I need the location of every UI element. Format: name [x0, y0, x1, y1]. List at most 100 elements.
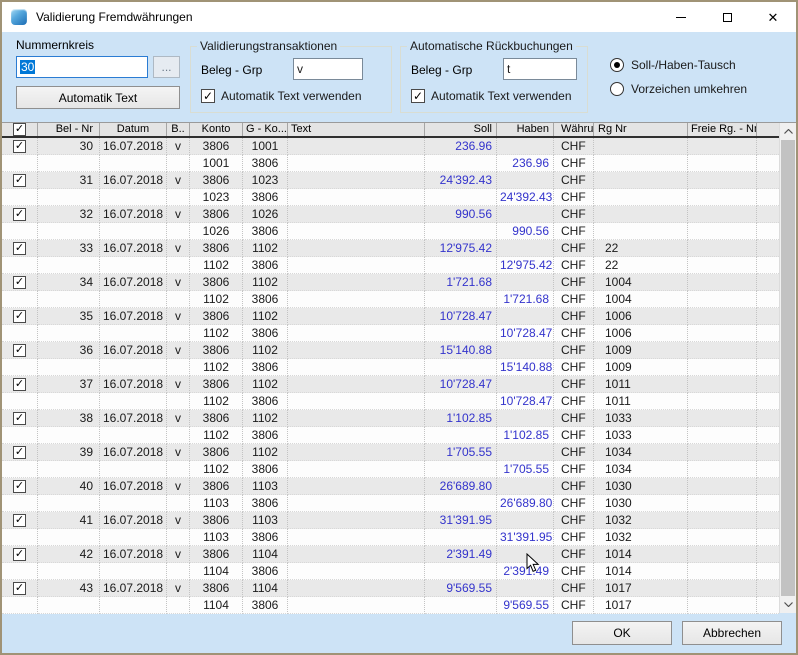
cell-gkonto: 3806 [243, 461, 288, 478]
minimize-button[interactable] [658, 2, 704, 32]
cell-haben: 1'705.55 [497, 461, 554, 478]
table-row[interactable]: 1103380631'391.95CHF1032 [2, 529, 779, 546]
cell-text [288, 138, 425, 155]
table-row[interactable]: ✓3616.07.2018v3806110215'140.88CHF1009 [2, 342, 779, 359]
table-row[interactable]: ✓3516.07.2018v3806110210'728.47CHF1006 [2, 308, 779, 325]
row-checkbox[interactable]: ✓ [13, 208, 26, 221]
vorzeichen-umkehren-radio[interactable] [610, 82, 624, 96]
cell-rg: 1011 [594, 376, 688, 393]
row-checkbox[interactable]: ✓ [13, 344, 26, 357]
column-header-soll[interactable]: Soll [425, 123, 497, 136]
row-checkbox[interactable]: ✓ [13, 514, 26, 527]
table-row[interactable]: ✓3316.07.2018v3806110212'975.42CHF22 [2, 240, 779, 257]
table-row[interactable]: ✓3716.07.2018v3806110210'728.47CHF1011 [2, 376, 779, 393]
cell-b: v [167, 512, 190, 529]
maximize-button[interactable] [704, 2, 750, 32]
beleg-grp-input-1[interactable]: v [293, 58, 363, 80]
table-row[interactable]: ✓4216.07.2018v380611042'391.49CHF1014 [2, 546, 779, 563]
table-row[interactable]: 1102380612'975.42CHF22 [2, 257, 779, 274]
cell-datum [100, 427, 167, 444]
table-row[interactable]: ✓3816.07.2018v380611021'102.85CHF1033 [2, 410, 779, 427]
browse-button[interactable]: ... [153, 56, 180, 78]
row-checkbox[interactable]: ✓ [13, 140, 26, 153]
row-checkbox[interactable]: ✓ [13, 276, 26, 289]
close-button[interactable]: ✕ [750, 2, 796, 32]
table-row[interactable]: 110438069'569.55CHF1017 [2, 597, 779, 614]
cell-datum [100, 495, 167, 512]
transactions-table: ✓ Bel - Nr Datum B.. Konto G - Ko... Tex… [2, 122, 796, 613]
cell-haben: 990.56 [497, 223, 554, 240]
row-checkbox[interactable]: ✓ [13, 446, 26, 459]
soll-haben-tausch-radio[interactable] [610, 58, 624, 72]
column-header-rg-nr[interactable]: Rg Nr [594, 123, 688, 136]
cell-soll [425, 325, 497, 342]
column-header-b[interactable]: B.. [167, 123, 190, 136]
select-all-checkbox[interactable]: ✓ [13, 123, 26, 136]
scroll-down-button[interactable] [780, 596, 797, 613]
cell-rg: 1011 [594, 393, 688, 410]
table-row[interactable]: 1103380626'689.80CHF1030 [2, 495, 779, 512]
row-checkbox-cell: ✓ [2, 580, 38, 597]
cell-text [288, 410, 425, 427]
cell-rg [594, 155, 688, 172]
ok-button[interactable]: OK [572, 621, 672, 645]
cell-soll [425, 529, 497, 546]
automatik-text-checkbox-2[interactable]: ✓ [411, 89, 425, 103]
automatik-text-button[interactable]: Automatik Text [16, 86, 180, 109]
row-checkbox[interactable]: ✓ [13, 378, 26, 391]
table-row[interactable]: ✓3016.07.2018v38061001236.96CHF [2, 138, 779, 155]
row-checkbox-cell [2, 257, 38, 274]
cell-haben [497, 138, 554, 155]
cell-b: v [167, 342, 190, 359]
cell-konto: 1103 [190, 495, 243, 512]
table-row[interactable]: ✓3416.07.2018v380611021'721.68CHF1004 [2, 274, 779, 291]
cell-haben: 15'140.88 [497, 359, 554, 376]
table-row[interactable]: ✓3216.07.2018v38061026990.56CHF [2, 206, 779, 223]
scrollbar-thumb[interactable] [781, 140, 795, 596]
table-row[interactable]: ✓4316.07.2018v380611049'569.55CHF1017 [2, 580, 779, 597]
table-row[interactable]: 110238061'102.85CHF1033 [2, 427, 779, 444]
column-header-datum[interactable]: Datum [100, 123, 167, 136]
cell-datum: 16.07.2018 [100, 478, 167, 495]
column-header-waehrung[interactable]: Währu... [554, 123, 594, 136]
row-checkbox[interactable]: ✓ [13, 480, 26, 493]
automatik-text-checkbox-1[interactable]: ✓ [201, 89, 215, 103]
scroll-up-button[interactable] [780, 123, 797, 140]
cell-soll [425, 563, 497, 580]
table-row[interactable]: ✓4016.07.2018v3806110326'689.80CHF1030 [2, 478, 779, 495]
row-checkbox[interactable]: ✓ [13, 174, 26, 187]
row-checkbox[interactable]: ✓ [13, 242, 26, 255]
column-header-text[interactable]: Text [288, 123, 425, 136]
cell-haben [497, 580, 554, 597]
cell-soll [425, 223, 497, 240]
table-row[interactable]: 110238061'705.55CHF1034 [2, 461, 779, 478]
column-header-haben[interactable]: Haben [497, 123, 554, 136]
table-row[interactable]: 1102380610'728.47CHF1006 [2, 325, 779, 342]
beleg-grp-label-2: Beleg - Grp [411, 63, 472, 77]
table-row[interactable]: ✓4116.07.2018v3806110331'391.95CHF1032 [2, 512, 779, 529]
column-header-g-konto[interactable]: G - Ko... [243, 123, 288, 136]
table-row[interactable]: 110438062'391.49CHF1014 [2, 563, 779, 580]
column-header-bel-nr[interactable]: Bel - Nr [38, 123, 100, 136]
row-checkbox[interactable]: ✓ [13, 548, 26, 561]
row-checkbox[interactable]: ✓ [13, 310, 26, 323]
row-checkbox[interactable]: ✓ [13, 412, 26, 425]
table-row[interactable]: 10263806990.56CHF [2, 223, 779, 240]
row-checkbox[interactable]: ✓ [13, 582, 26, 595]
window-title: Validierung Fremdwährungen [36, 10, 193, 24]
table-row[interactable]: 110238061'721.68CHF1004 [2, 291, 779, 308]
column-header-konto[interactable]: Konto [190, 123, 243, 136]
table-row[interactable]: 10013806236.96CHF [2, 155, 779, 172]
table-row[interactable]: 1023380624'392.43CHF [2, 189, 779, 206]
vertical-scrollbar[interactable] [779, 123, 796, 613]
column-header-freie-rg-nr[interactable]: Freie Rg. - Nr. [688, 123, 757, 136]
select-all-checkbox-cell[interactable]: ✓ [2, 123, 38, 136]
cancel-button[interactable]: Abbrechen [682, 621, 782, 645]
table-row[interactable]: 1102380610'728.47CHF1011 [2, 393, 779, 410]
table-row[interactable]: 1102380615'140.88CHF1009 [2, 359, 779, 376]
cell-freie [688, 138, 757, 155]
beleg-grp-input-2[interactable]: t [503, 58, 577, 80]
table-row[interactable]: ✓3116.07.2018v3806102324'392.43CHF [2, 172, 779, 189]
nummernkreis-input[interactable]: 30 [16, 56, 148, 78]
table-row[interactable]: ✓3916.07.2018v380611021'705.55CHF1034 [2, 444, 779, 461]
